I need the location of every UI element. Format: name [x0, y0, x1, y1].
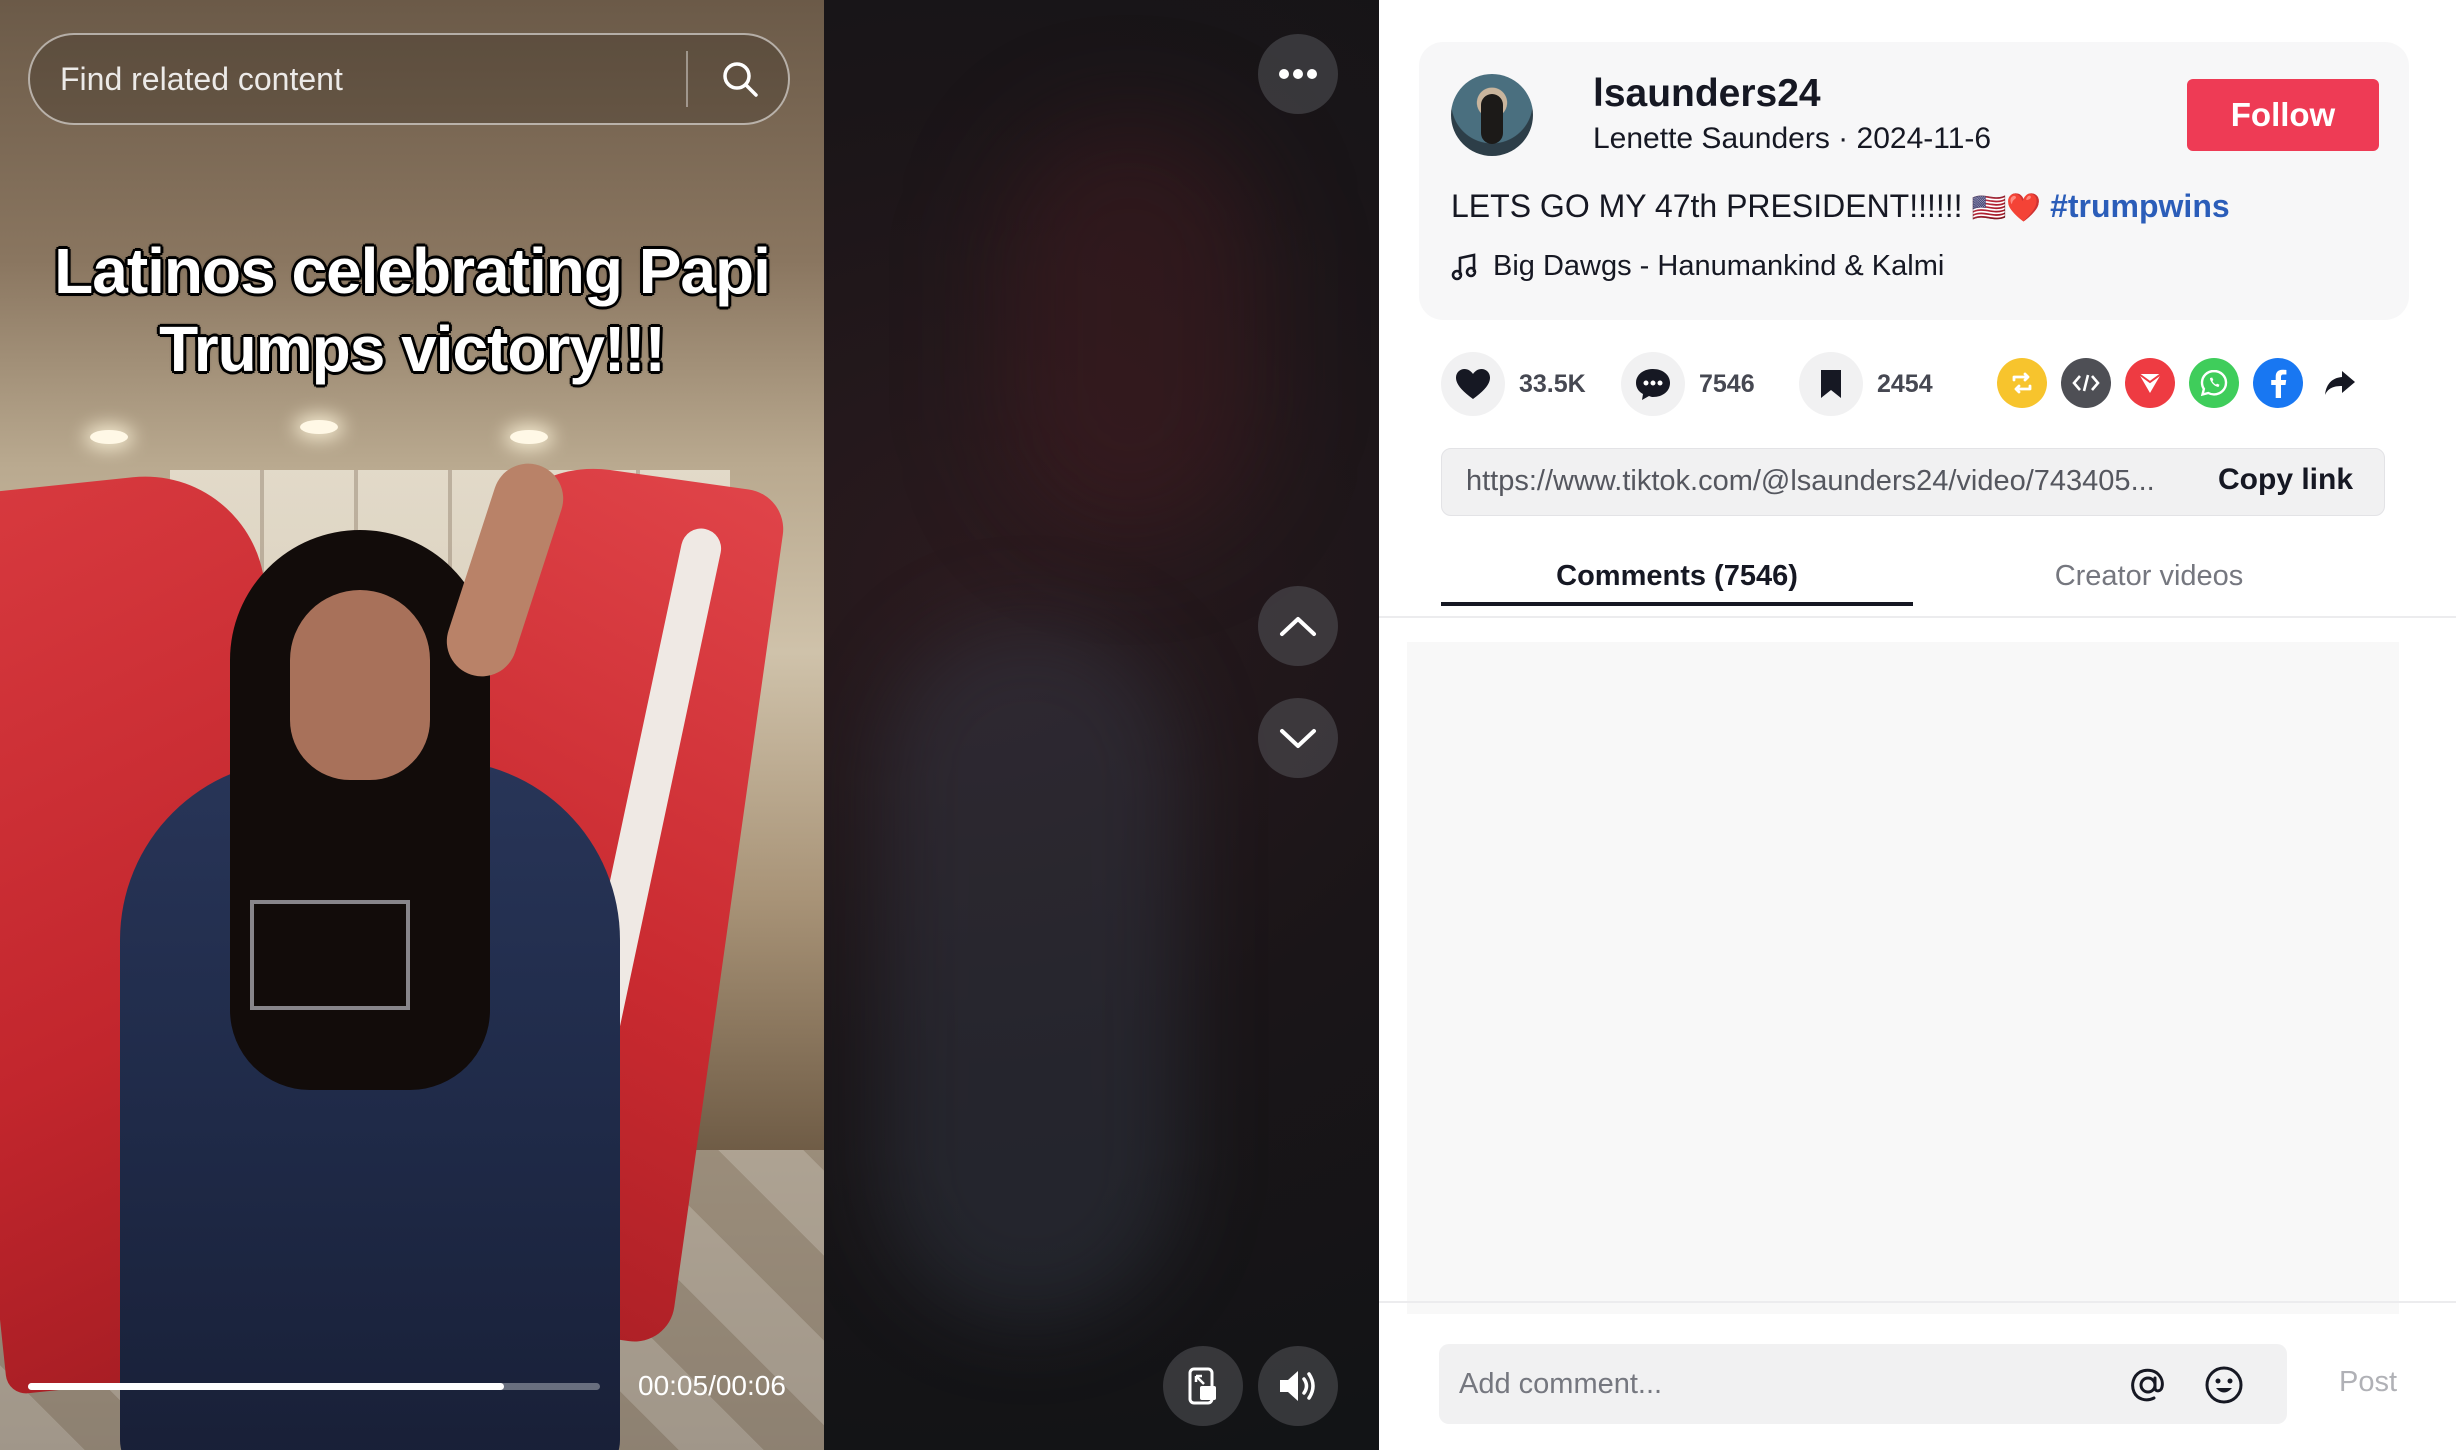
video-scene-shirt-logo: [250, 900, 410, 1010]
music-title: Big Dawgs - Hanumankind & Kalmi: [1493, 250, 1945, 282]
repost-icon[interactable]: [1997, 358, 2047, 408]
video-scene-lights: [90, 420, 730, 450]
background-blur: [1000, 120, 1260, 540]
author-info-card: lsaunders24 Lenette Saunders · 2024-11-6…: [1419, 42, 2409, 320]
facebook-icon[interactable]: [2253, 358, 2303, 408]
volume-icon: [1280, 1371, 1315, 1401]
chevron-down-icon: [1280, 729, 1316, 748]
hashtag-link[interactable]: #trumpwins: [2050, 188, 2230, 224]
username[interactable]: lsaunders24: [1593, 72, 1821, 116]
save-button[interactable]: 2454: [1799, 352, 1933, 416]
bookmark-icon: [1821, 370, 1841, 398]
video-pane: Latinos celebrating Papi Trumps victory!…: [0, 0, 1379, 1450]
post-comment-button[interactable]: Post: [2339, 1366, 2397, 1399]
comments-list[interactable]: [1407, 642, 2399, 1314]
video-progress-bar[interactable]: [28, 1383, 600, 1390]
like-button[interactable]: 33.5K: [1441, 352, 1586, 416]
video-caption-line: Latinos celebrating Papi: [54, 235, 771, 307]
description-text: LETS GO MY 47th PRESIDENT!!!!!!: [1451, 188, 1972, 224]
more-dots-icon: [1279, 69, 1317, 79]
comment-bubble-icon: [1636, 369, 1670, 400]
tab-divider: [1379, 616, 2456, 618]
share-link-box: https://www.tiktok.com/@lsaunders24/vide…: [1441, 448, 2385, 516]
video-time: 00:05/00:06: [638, 1370, 786, 1401]
floating-player-icon: [1188, 1367, 1216, 1405]
video-progress-fill: [28, 1383, 505, 1390]
video-player[interactable]: Latinos celebrating Papi Trumps victory!…: [0, 0, 824, 1450]
like-count: 33.5K: [1519, 369, 1586, 398]
details-panel: lsaunders24 Lenette Saunders · 2024-11-6…: [1379, 0, 2456, 1450]
tab-comments[interactable]: Comments (7546): [1441, 546, 1913, 618]
next-video-button[interactable]: [1258, 698, 1338, 778]
follow-button[interactable]: Follow: [2187, 79, 2379, 151]
share-url[interactable]: https://www.tiktok.com/@lsaunders24/vide…: [1466, 465, 2186, 498]
music-note-icon: [1451, 252, 1477, 280]
avatar[interactable]: [1451, 74, 1533, 156]
more-options-button[interactable]: [1258, 34, 1338, 114]
save-count: 2454: [1877, 369, 1933, 398]
search-divider: [686, 51, 688, 107]
video-description: LETS GO MY 47th PRESIDENT!!!!!! 🇺🇸❤️ #tr…: [1451, 188, 2230, 225]
copy-link-button[interactable]: Copy link: [2218, 463, 2353, 497]
previous-video-button[interactable]: [1258, 586, 1338, 666]
comment-composer: [1439, 1344, 2287, 1424]
flag-heart-emoji: 🇺🇸❤️: [1971, 191, 2042, 224]
embed-icon[interactable]: [2061, 358, 2111, 408]
send-icon[interactable]: [2125, 358, 2175, 408]
chevron-up-icon: [1280, 617, 1316, 636]
video-caption: Latinos celebrating Papi Trumps victory!…: [0, 232, 824, 388]
video-scene-person-face: [290, 590, 430, 780]
background-blur: [880, 620, 1180, 1320]
tab-creator-videos[interactable]: Creator videos: [1913, 546, 2385, 618]
comment-input[interactable]: [1459, 1344, 2099, 1424]
heart-icon: [1456, 369, 1490, 399]
search-input[interactable]: [60, 35, 700, 123]
comment-button[interactable]: 7546: [1621, 352, 1755, 416]
author-subline: Lenette Saunders · 2024-11-6: [1593, 122, 1992, 155]
volume-button[interactable]: [1258, 1346, 1338, 1426]
whatsapp-icon[interactable]: [2189, 358, 2239, 408]
floating-player-button[interactable]: [1163, 1346, 1243, 1426]
music-link[interactable]: Big Dawgs - Hanumankind & Kalmi: [1451, 250, 1944, 283]
tab-bar: Comments (7546) Creator videos: [1441, 546, 2441, 618]
share-arrow-icon[interactable]: [2315, 358, 2365, 408]
video-caption-line: Trumps victory!!!: [159, 313, 666, 385]
emoji-icon[interactable]: [2201, 1362, 2247, 1408]
comment-count: 7546: [1699, 369, 1755, 398]
comment-divider: [1379, 1301, 2456, 1303]
search-icon[interactable]: [710, 49, 770, 109]
mention-icon[interactable]: [2125, 1362, 2171, 1408]
search-bar: [28, 33, 790, 125]
